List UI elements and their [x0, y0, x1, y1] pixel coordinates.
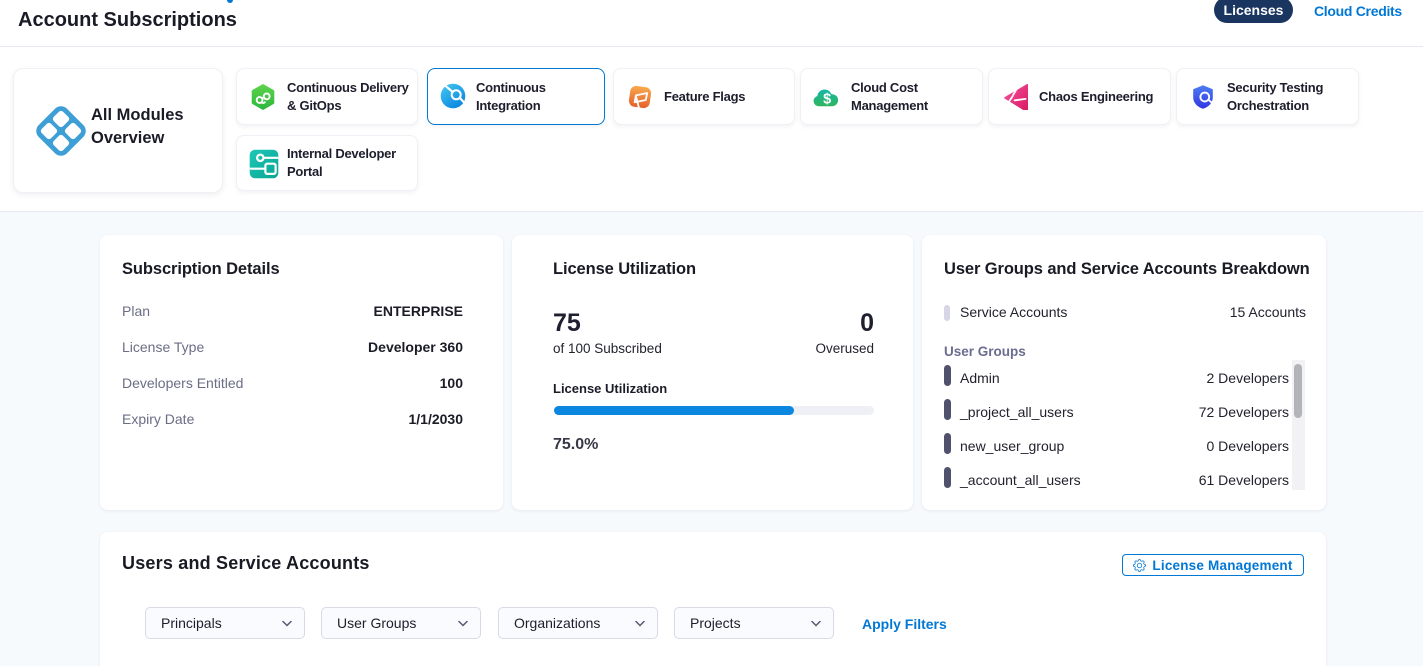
svg-text:$: $ [823, 91, 831, 107]
